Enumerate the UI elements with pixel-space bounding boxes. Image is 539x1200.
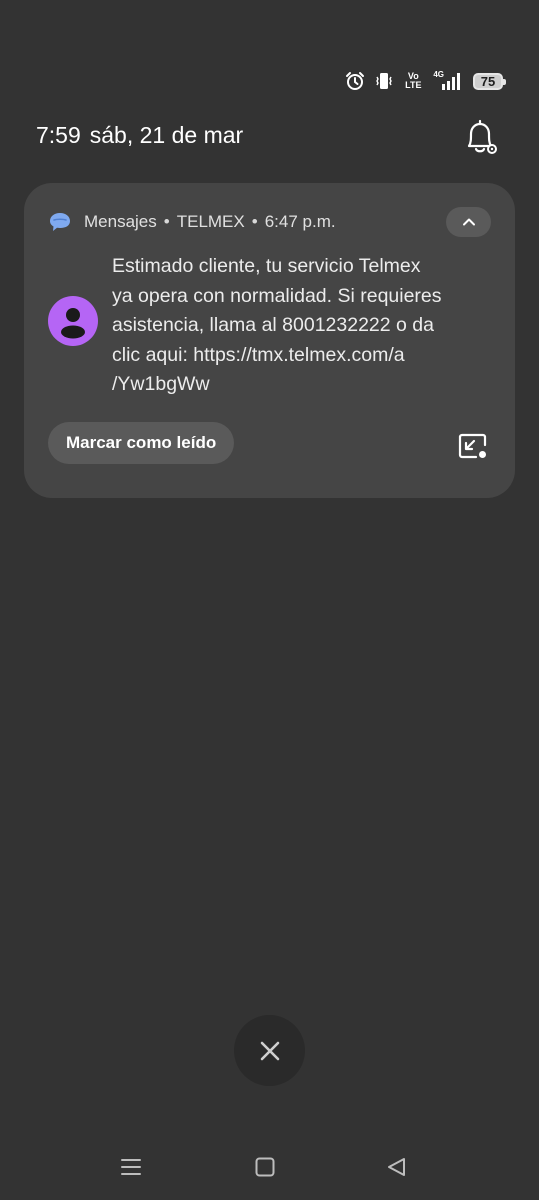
person-icon (61, 308, 85, 339)
close-icon (260, 1041, 279, 1060)
notification-meta: Mensajes • TELMEX • 6:47 p.m. (84, 212, 336, 232)
vibrate-icon (375, 71, 393, 91)
home-icon[interactable] (253, 1156, 277, 1178)
back-icon[interactable] (385, 1156, 409, 1178)
separator-dot: • (251, 212, 258, 231)
alarm-icon (345, 71, 365, 91)
battery-icon: 75 (473, 72, 506, 90)
4g-signal-icon: 4G (433, 71, 463, 91)
chevron-up-icon (462, 218, 475, 226)
app-name: Mensajes (84, 212, 157, 231)
recent-apps-icon[interactable] (119, 1156, 143, 1178)
date-time-row: 7:59 sáb, 21 de mar (36, 122, 243, 149)
battery-level: 75 (480, 73, 496, 89)
notification-settings-bell-icon[interactable] (462, 118, 500, 158)
navigation-bar (0, 1150, 539, 1184)
volte-icon: Vo LTE (403, 72, 423, 90)
separator-dot: • (163, 212, 170, 231)
contact-avatar (48, 296, 98, 346)
date-label: sáb, 21 de mar (89, 122, 244, 148)
lte-label: LTE (405, 80, 422, 90)
lock-screen: Vo LTE 4G 75 7:59 sáb, 21 de mar Mensaje… (0, 0, 539, 1200)
notification-time: 6:47 p.m. (264, 212, 336, 231)
status-bar: Vo LTE 4G 75 (345, 66, 506, 96)
notification-card[interactable]: Mensajes • TELMEX • 6:47 p.m. Estimado c… (24, 183, 515, 498)
open-in-popup-icon[interactable] (458, 433, 488, 461)
mark-as-read-button[interactable]: Marcar como leído (48, 422, 235, 464)
messages-app-icon (48, 211, 72, 233)
collapse-button[interactable] (446, 207, 491, 237)
notification-header: Mensajes • TELMEX • 6:47 p.m. (48, 207, 491, 237)
clear-all-button[interactable] (234, 1015, 305, 1086)
sender-name: TELMEX (176, 212, 245, 231)
clock-time: 7:59 (36, 122, 81, 148)
notification-message: Estimado cliente, tu servicio Telmex ya … (112, 255, 442, 395)
